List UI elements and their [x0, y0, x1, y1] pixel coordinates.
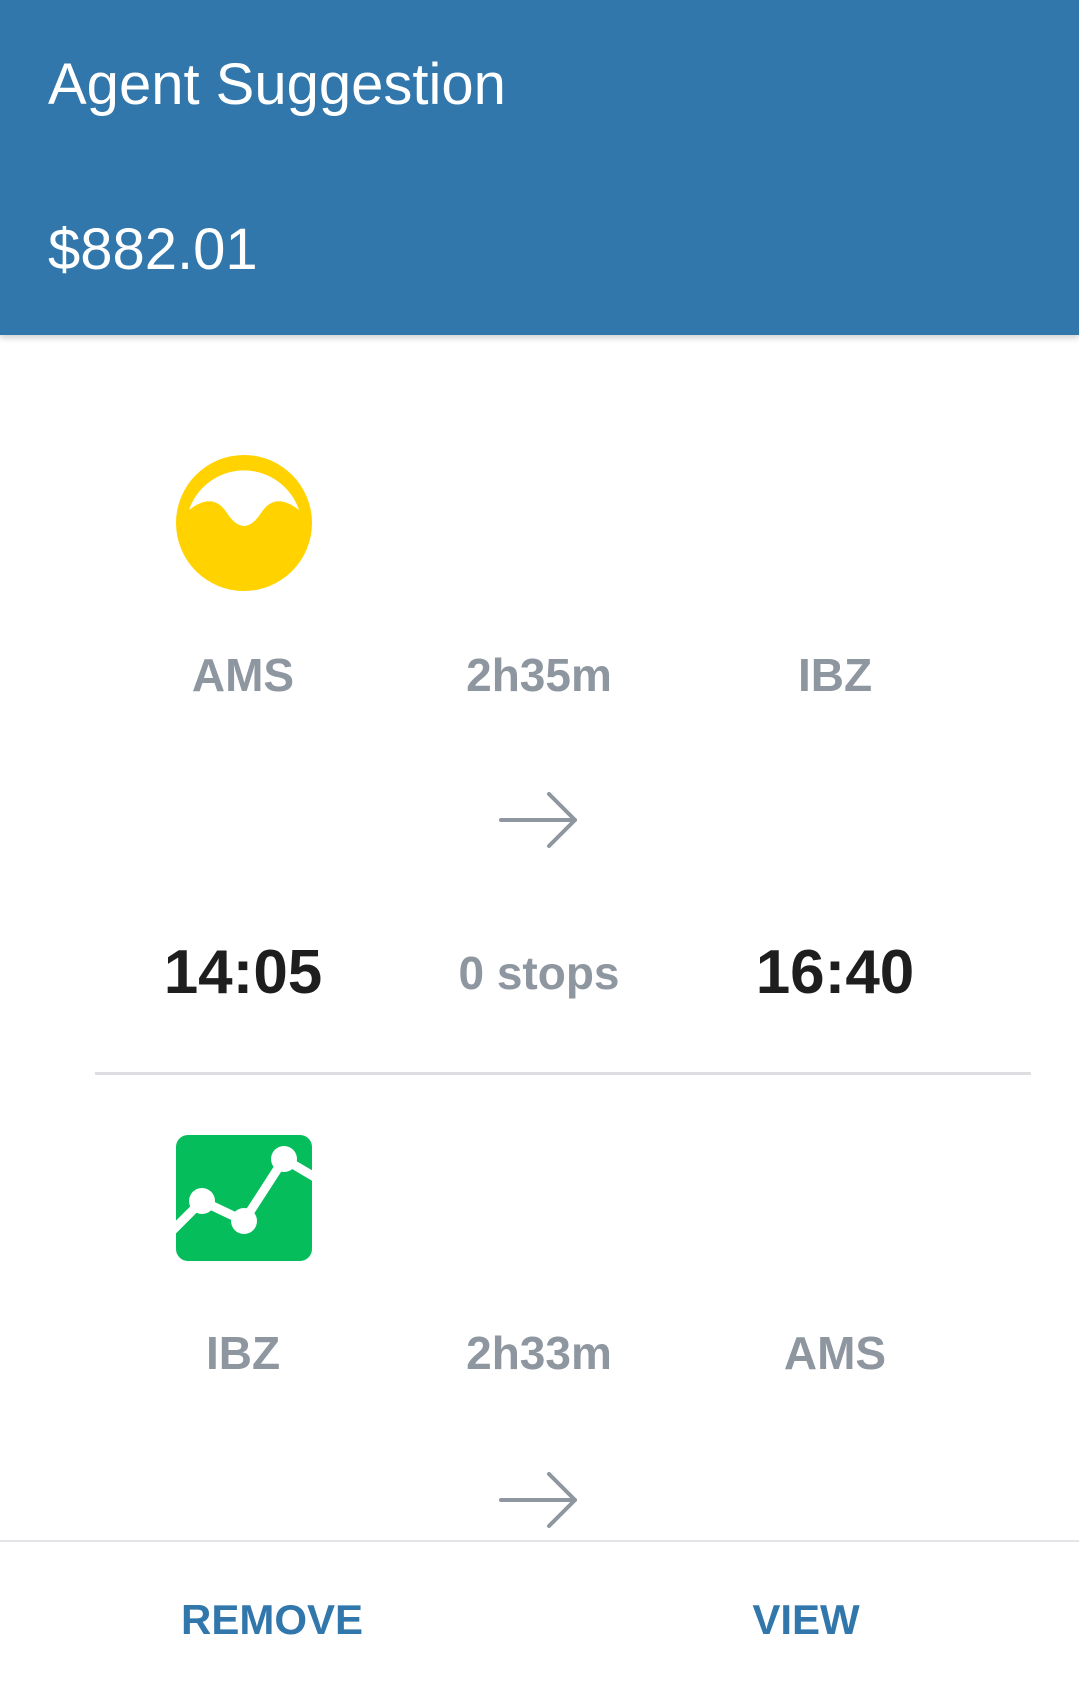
yellow-wave-circle-logo-icon	[176, 455, 312, 591]
leg-duration: 2h33m	[466, 1327, 612, 1379]
leg-origin: IBZ	[205, 1327, 281, 1379]
suggestion-price: $882.01	[48, 217, 258, 282]
arrow-right-icon	[499, 792, 577, 848]
green-line-chart-logo-icon	[176, 1135, 312, 1261]
arrow-right-icon	[499, 1472, 577, 1528]
action-bar: REMOVE VIEW	[0, 1540, 1079, 1703]
remove-button[interactable]: REMOVE	[122, 1590, 422, 1650]
suggestion-header: Agent Suggestion $882.01	[0, 0, 1079, 335]
leg-destination: IBZ	[797, 649, 873, 701]
itinerary-content[interactable]: AMS 2h35m IBZ 14:05 0 stops 16:40 IBZ 2h…	[0, 335, 1079, 1540]
header-title: Agent Suggestion	[48, 52, 506, 117]
flight-leg-outbound: AMS 2h35m IBZ 14:05 0 stops 16:40	[0, 335, 1079, 1075]
leg-depart-time: 14:05	[163, 938, 323, 1007]
leg-stops: 0 stops	[458, 947, 620, 999]
leg-origin: AMS	[191, 649, 295, 701]
flight-leg-return: IBZ 2h33m AMS	[0, 1075, 1079, 1540]
leg-duration: 2h35m	[466, 649, 612, 701]
view-button[interactable]: VIEW	[656, 1590, 956, 1650]
leg-arrive-time: 16:40	[755, 938, 915, 1007]
leg-destination: AMS	[783, 1327, 887, 1379]
